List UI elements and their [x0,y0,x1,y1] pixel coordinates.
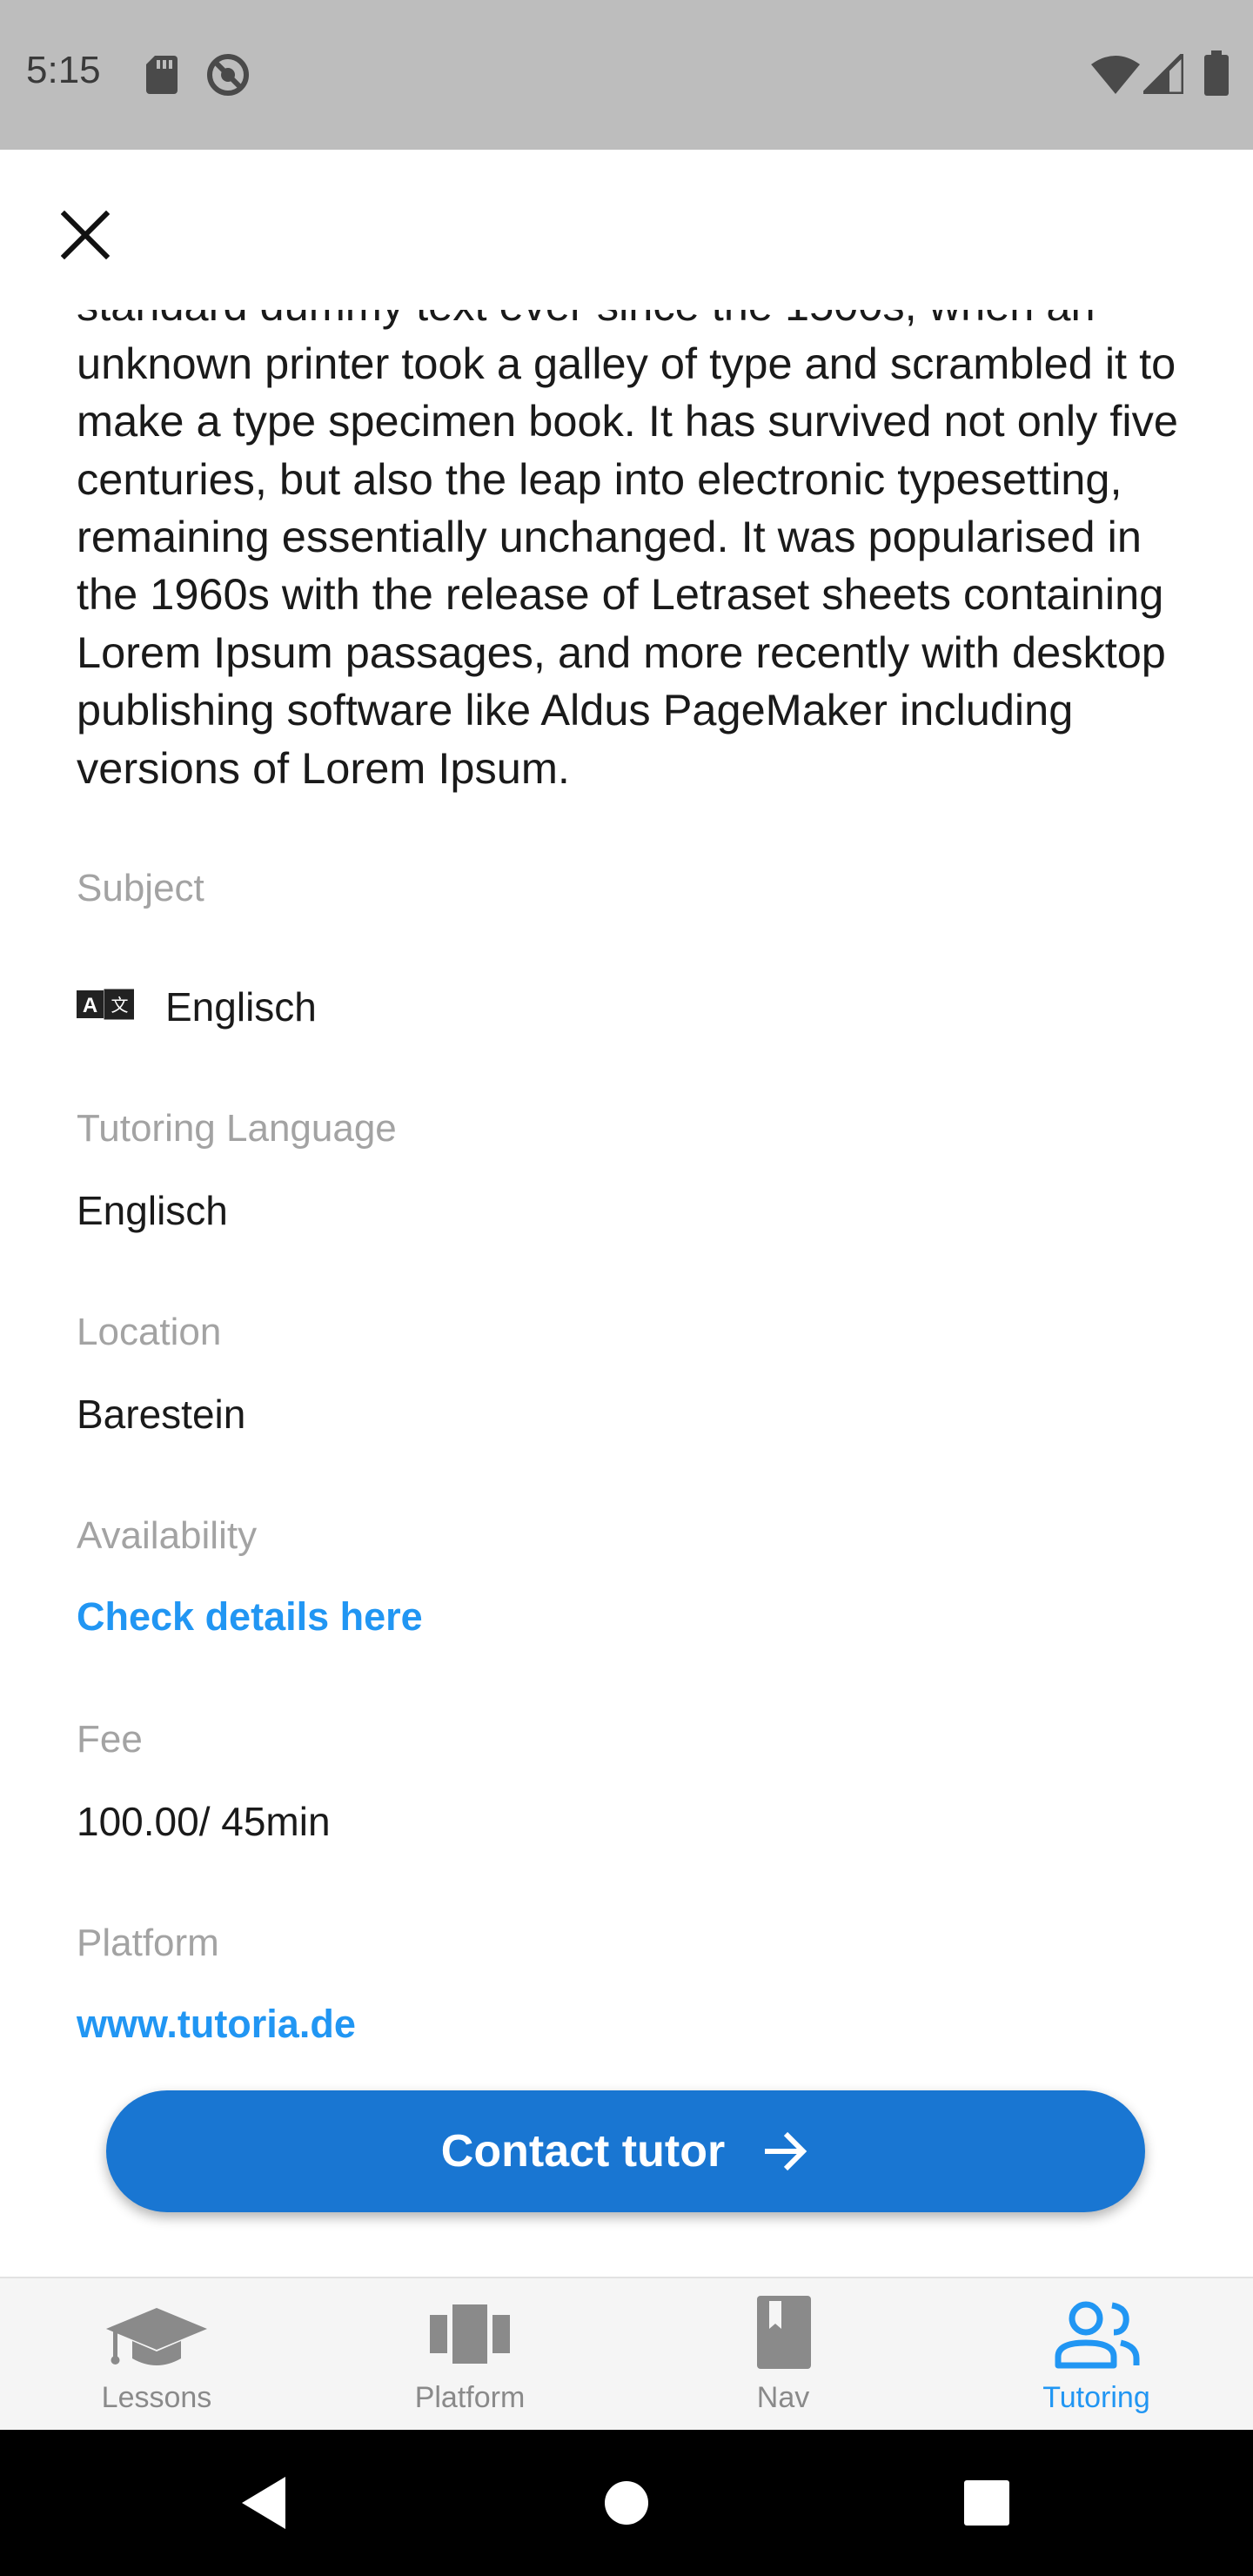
svg-text:A: A [83,994,97,1017]
nav-item-platform[interactable]: Platform [313,2278,626,2432]
svg-text:文: 文 [111,995,129,1016]
nav-item-lessons[interactable]: Lessons [0,2278,313,2432]
nav-label-platform: Platform [414,2381,526,2414]
recents-icon[interactable] [952,2468,1022,2538]
wifi-icon [1091,56,1140,94]
contact-tutor-label: Contact tutor [440,2126,726,2177]
arrow-right-icon [765,2131,807,2171]
fee-label: Fee [77,1718,143,1761]
availability-label: Availability [77,1514,258,1557]
translate-icon: A 文 [77,989,134,1020]
nav-item-nav[interactable]: Nav [626,2278,940,2432]
platform-label: Platform [77,1922,219,1964]
status-bar: 5:15 [0,0,1253,150]
back-icon[interactable] [231,2468,301,2538]
nav-item-tutoring[interactable]: Tutoring [940,2278,1253,2432]
home-icon[interactable] [592,2468,661,2538]
subject-value: Englisch [165,984,317,1030]
nav-label-lessons: Lessons [101,2381,212,2414]
description-scroll-area[interactable]: Lorem Ipsum is simply dummy text of the … [77,310,1199,797]
close-icon [61,211,110,259]
book-icon [757,2296,811,2369]
location-label: Location [77,1311,222,1353]
close-button[interactable] [52,202,118,268]
do-not-disturb-icon [207,54,249,96]
view-carousel-icon [430,2304,510,2364]
graduation-cap-icon [106,2308,207,2365]
tutoring-language-value: Englisch [77,1188,228,1233]
status-time: 5:15 [26,49,101,91]
fee-value: 100.00/ 45min [77,1799,331,1844]
nav-label-nav: Nav [756,2381,810,2414]
tutoring-language-label: Tutoring Language [77,1107,397,1150]
battery-icon [1204,50,1229,96]
bottom-navigation: Lessons Platform Nav Tutoring [0,2277,1253,2432]
subject-label: Subject [77,867,204,909]
signal-icon [1143,54,1183,94]
availability-link[interactable]: Check details here [77,1594,423,1640]
platform-link[interactable]: www.tutoria.de [77,2002,356,2047]
location-value: Barestein [77,1392,246,1437]
nav-label-tutoring: Tutoring [1042,2381,1150,2414]
tutor-description: Lorem Ipsum is simply dummy text of the … [77,310,1178,793]
contact-tutor-button[interactable]: Contact tutor [106,2090,1145,2212]
system-navigation-bar [0,2430,1253,2576]
sd-card-icon [146,56,178,94]
people-icon [1055,2301,1140,2369]
